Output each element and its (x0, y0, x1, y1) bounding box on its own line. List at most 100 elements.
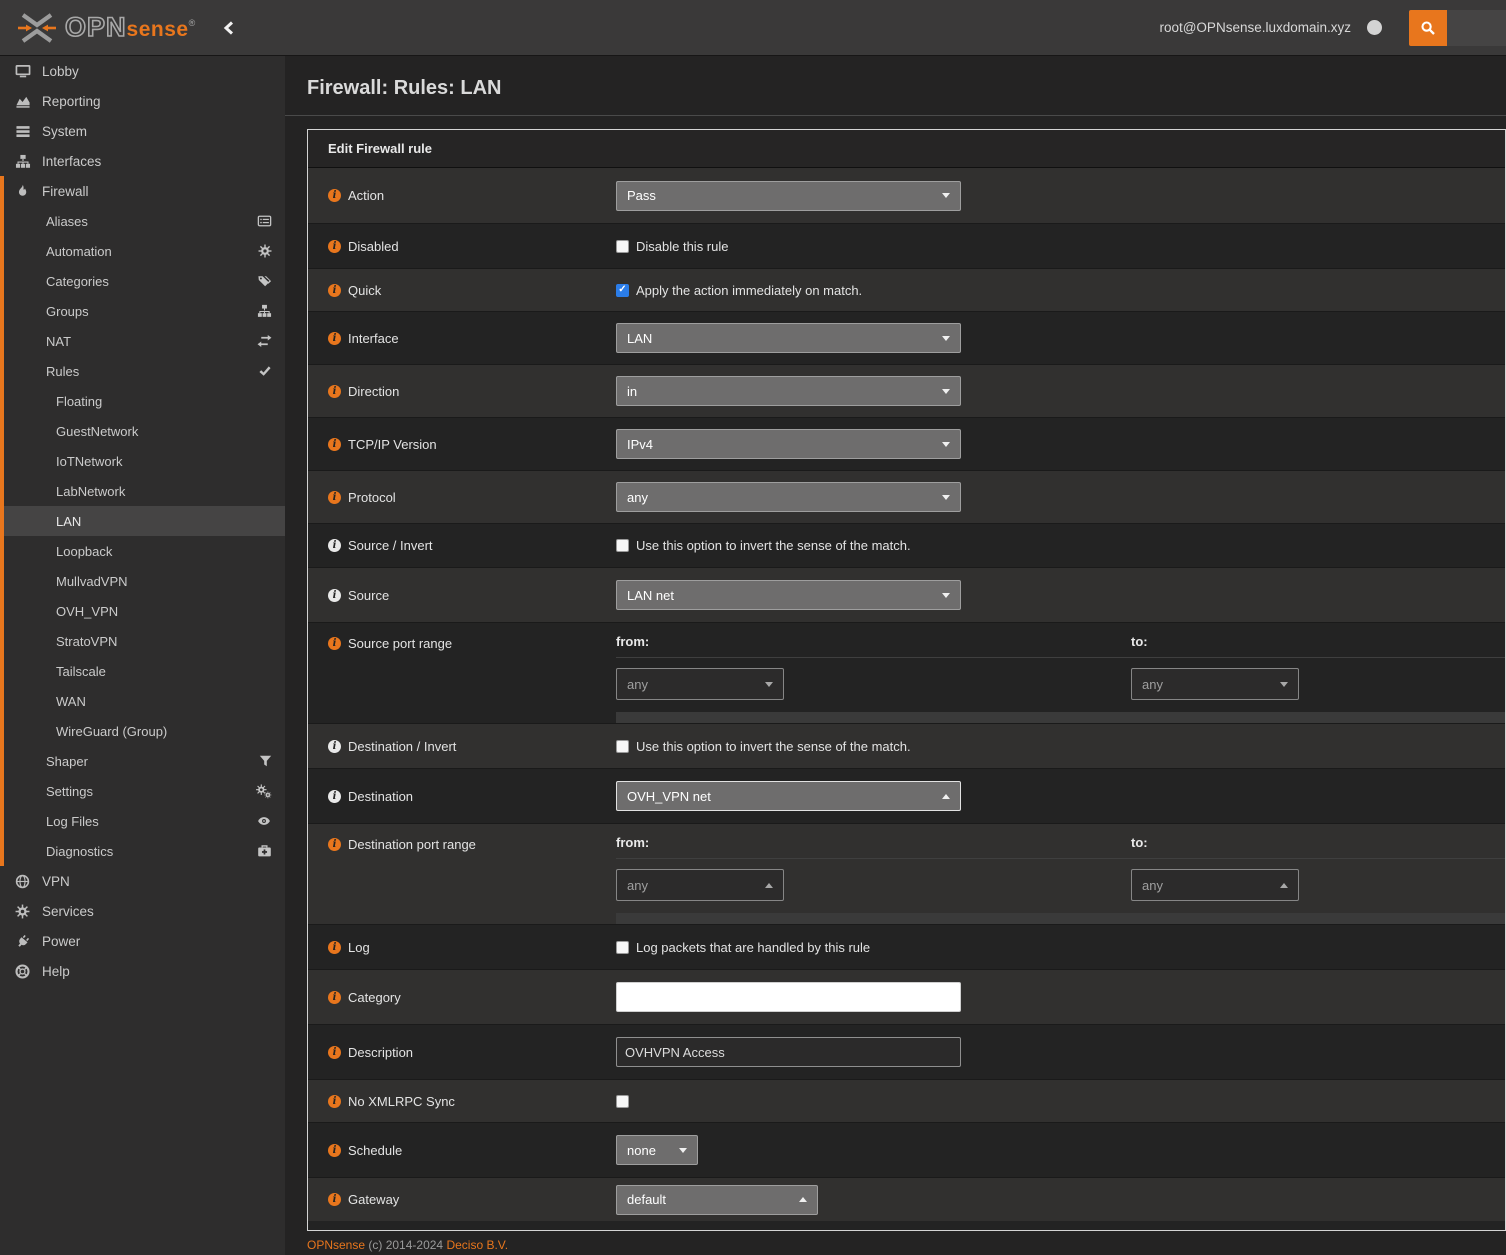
info-icon[interactable] (328, 240, 341, 253)
sidebar-item-automation[interactable]: Automation (4, 236, 285, 266)
info-icon[interactable] (328, 941, 341, 954)
chart-icon (14, 94, 31, 109)
sidebar-item-labnetwork[interactable]: LabNetwork (4, 476, 285, 506)
search-button[interactable] (1409, 10, 1447, 46)
sidebar-item-guestnetwork[interactable]: GuestNetwork (4, 416, 285, 446)
info-icon[interactable] (328, 1193, 341, 1206)
opnsense-footer-link[interactable]: OPNsense (307, 1238, 365, 1252)
sidebar-item-system[interactable]: System (0, 116, 285, 146)
sidebar-item-groups[interactable]: Groups (4, 296, 285, 326)
sidebar-item-floating[interactable]: Floating (4, 386, 285, 416)
sidebar-item-reporting[interactable]: Reporting (0, 86, 285, 116)
info-icon[interactable] (328, 1046, 341, 1059)
sidebar-item-mullvadvpn[interactable]: MullvadVPN (4, 566, 285, 596)
sidebar-item-label: Reporting (42, 94, 101, 109)
info-icon[interactable] (328, 589, 341, 602)
protocol-select[interactable]: any (616, 482, 961, 512)
quick-checkbox[interactable] (616, 284, 629, 297)
sidebar-item-label: WAN (56, 694, 86, 709)
destination-port-from-select[interactable]: any (616, 869, 784, 901)
sidebar-item-vpn[interactable]: VPN (0, 866, 285, 896)
destination-port-to-select[interactable]: any (1131, 869, 1299, 901)
info-icon[interactable] (328, 790, 341, 803)
form-row-destination-invert: Destination / Invert Use this option to … (308, 723, 1505, 768)
field-label: Log (348, 940, 370, 955)
sidebar-item-label: Aliases (46, 214, 88, 229)
sidebar-item-categories[interactable]: Categories (4, 266, 285, 296)
fire-icon (14, 184, 31, 199)
log-checkbox[interactable] (616, 941, 629, 954)
info-icon[interactable] (328, 332, 341, 345)
info-icon[interactable] (328, 189, 341, 202)
interface-select[interactable]: LAN (616, 323, 961, 353)
chevron-down-icon (942, 442, 950, 447)
sidebar-item-power[interactable]: Power (0, 926, 285, 956)
info-icon[interactable] (328, 284, 341, 297)
info-icon[interactable] (328, 491, 341, 504)
source-port-to-select[interactable]: any (1131, 668, 1299, 700)
sidebar-item-log-files[interactable]: Log Files (4, 806, 285, 836)
info-icon[interactable] (328, 539, 341, 552)
sidebar-item-lan-selected[interactable]: LAN (4, 506, 285, 536)
sidebar-item-interfaces[interactable]: Interfaces (0, 146, 285, 176)
sidebar-item-settings[interactable]: Settings (4, 776, 285, 806)
sidebar-collapse-button[interactable] (223, 21, 234, 35)
sidebar-item-aliases[interactable]: Aliases (4, 206, 285, 236)
opnsense-app: OPN sense ® root@OPNsense.luxdomain.xyz (0, 0, 1506, 1255)
sidebar-item-tailscale[interactable]: Tailscale (4, 656, 285, 686)
info-icon[interactable] (328, 385, 341, 398)
action-select[interactable]: Pass (616, 181, 961, 211)
sidebar-item-services[interactable]: Services (0, 896, 285, 926)
description-input[interactable] (616, 1037, 961, 1067)
form-row-log: Log Log packets that are handled by this… (308, 924, 1505, 969)
info-icon[interactable] (328, 1095, 341, 1108)
chevron-down-icon (942, 495, 950, 500)
ip-version-select[interactable]: IPv4 (616, 429, 961, 459)
info-icon[interactable] (328, 991, 341, 1004)
sidebar-item-label: Log Files (46, 814, 99, 829)
sidebar-item-ovh-vpn[interactable]: OVH_VPN (4, 596, 285, 626)
sidebar-item-shaper[interactable]: Shaper (4, 746, 285, 776)
form-row-schedule: Schedule none (308, 1122, 1505, 1177)
destination-invert-checkbox[interactable] (616, 740, 629, 753)
info-icon[interactable] (328, 740, 341, 753)
sidebar-item-label: Diagnostics (46, 844, 113, 859)
field-label: No XMLRPC Sync (348, 1094, 455, 1109)
field-label: Source port range (348, 636, 452, 651)
sidebar-item-iotnetwork[interactable]: IoTNetwork (4, 446, 285, 476)
sidebar-item-loopback[interactable]: Loopback (4, 536, 285, 566)
sidebar-item-help[interactable]: Help (0, 956, 285, 986)
info-icon[interactable] (328, 1144, 341, 1157)
schedule-select[interactable]: none (616, 1135, 698, 1165)
sidebar-item-rules[interactable]: Rules (4, 356, 285, 386)
deciso-footer-link[interactable]: Deciso B.V. (446, 1238, 508, 1252)
no-xmlrpc-sync-checkbox[interactable] (616, 1095, 629, 1108)
source-invert-checkbox[interactable] (616, 539, 629, 552)
search-input[interactable] (1447, 10, 1506, 46)
category-input[interactable] (616, 982, 961, 1012)
gateway-select[interactable]: default (616, 1185, 818, 1215)
sidebar-item-label: Groups (46, 304, 89, 319)
source-select[interactable]: LAN net (616, 580, 961, 610)
destination-select[interactable]: OVH_VPN net (616, 781, 961, 811)
sidebar-item-label: Tailscale (56, 664, 106, 679)
sidebar-item-lobby[interactable]: Lobby (0, 56, 285, 86)
sidebar-item-label: Rules (46, 364, 79, 379)
sidebar-item-stratovpn[interactable]: StratoVPN (4, 626, 285, 656)
field-label: Source / Invert (348, 538, 433, 553)
info-icon[interactable] (328, 637, 341, 650)
form-row-destination: Destination OVH_VPN net (308, 768, 1505, 823)
sidebar-item-wan[interactable]: WAN (4, 686, 285, 716)
disabled-checkbox[interactable] (616, 240, 629, 253)
sidebar-item-nat[interactable]: NAT (4, 326, 285, 356)
info-icon[interactable] (328, 438, 341, 451)
sidebar-item-firewall[interactable]: Firewall (4, 176, 285, 206)
sidebar-item-wireguard-group[interactable]: WireGuard (Group) (4, 716, 285, 746)
chevron-up-icon (765, 883, 773, 888)
direction-select[interactable]: in (616, 376, 961, 406)
opnsense-logo[interactable]: OPN sense ® (0, 10, 195, 46)
source-port-from-select[interactable]: any (616, 668, 784, 700)
sidebar-item-diagnostics[interactable]: Diagnostics (4, 836, 285, 866)
sidebar-item-label: Help (42, 964, 70, 979)
info-icon[interactable] (328, 838, 341, 851)
